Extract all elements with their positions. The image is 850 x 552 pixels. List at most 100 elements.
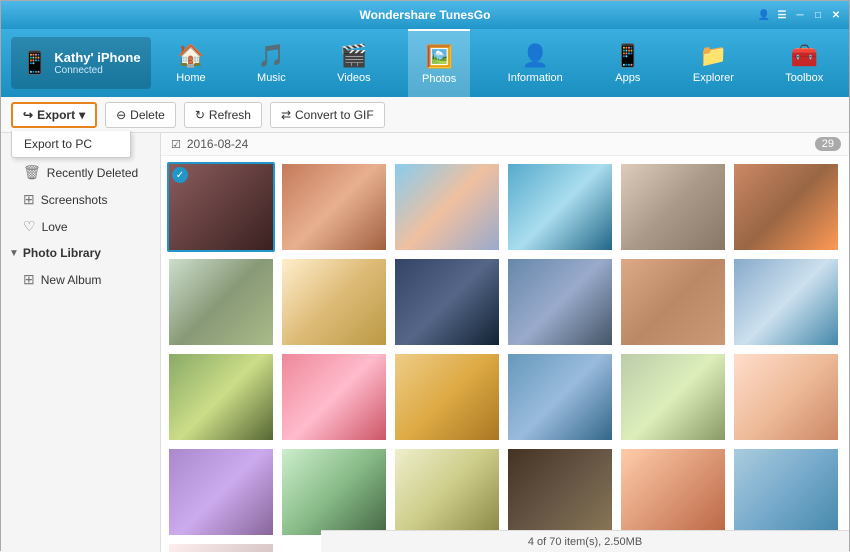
maximize-icon[interactable]: □ [811,8,825,22]
photo-grid: ✓ [161,156,849,552]
nav-toolbox[interactable]: 🧰 Toolbox [771,29,837,97]
close-icon[interactable]: ✕ [829,8,843,22]
select-all-checkbox[interactable]: ☑ [171,138,181,151]
photo-thumb[interactable] [506,162,614,252]
refresh-button[interactable]: ↻ Refresh [184,102,262,128]
app-title: Wondershare TunesGo [360,8,491,22]
nav-music-label: Music [257,72,286,84]
photo-thumbnail-image [508,449,612,535]
nav-apps[interactable]: 📱 Apps [600,29,655,97]
menu-icon[interactable]: ☰ [775,8,789,22]
refresh-label: Refresh [209,108,251,122]
nav-videos[interactable]: 🎬 Videos [323,29,384,97]
sidebar-item-love[interactable]: ♡ Love [1,213,160,240]
photo-thumb[interactable] [280,162,388,252]
photos-icon: 🖼️ [425,44,452,70]
explorer-icon: 📁 [700,43,727,69]
nav-music[interactable]: 🎵 Music [243,29,300,97]
titlebar: Wondershare TunesGo 👤 ☰ ─ □ ✕ [1,1,849,29]
photo-thumbnail-image [508,164,612,250]
sidebar-item-screenshots[interactable]: ⊞ Screenshots [1,186,160,213]
photo-thumbnail-image [282,259,386,345]
photo-thumbnail-image [621,449,725,535]
nav-videos-label: Videos [337,72,370,84]
photo-thumb[interactable] [167,257,275,347]
convert-icon: ⇄ [281,108,291,122]
photo-thumbnail-image [621,164,725,250]
photo-thumbnail-image [395,354,499,440]
recently-deleted-label: Recently Deleted [47,166,138,180]
photo-thumbnail-image [169,449,273,535]
status-text: 4 of 70 item(s), 2.50MB [528,536,642,548]
photo-thumbnail-image [508,354,612,440]
delete-button[interactable]: ⊖ Delete [105,102,176,128]
delete-icon: ⊖ [116,108,126,122]
export-button[interactable]: ↪ Export ▾ [11,102,97,128]
photo-thumb[interactable] [619,447,727,537]
device-name: Kathy' iPhone [54,50,140,65]
photo-thumbnail-image [734,449,838,535]
toolbox-icon: 🧰 [791,43,818,69]
screenshots-label: Screenshots [41,193,108,207]
user-icon[interactable]: 👤 [757,8,771,22]
photo-thumbnail-image [282,449,386,535]
photo-thumbnail-image [508,259,612,345]
convert-gif-label: Convert to GIF [295,108,374,122]
device-info: 📱 Kathy' iPhone Connected [11,37,151,89]
nav-home[interactable]: 🏠 Home [162,29,219,97]
device-text: Kathy' iPhone Connected [54,50,140,76]
nav-information[interactable]: 👤 Information [494,29,577,97]
photo-thumb[interactable] [280,447,388,537]
photo-thumbnail-image [169,259,273,345]
photo-thumbnail-image [395,259,499,345]
photo-library-label: Photo Library [23,246,101,260]
photo-thumb[interactable] [619,257,727,347]
sidebar-item-recently-deleted[interactable]: 🗑 Recently Deleted [1,159,160,186]
photo-thumb[interactable] [393,257,501,347]
photo-thumb[interactable] [619,162,727,252]
nav-photos[interactable]: 🖼️ Photos [408,29,470,97]
photo-thumbnail-image [282,354,386,440]
toolbar: ↪ Export ▾ Export to PC ⊖ Delete ↻ Refre… [1,97,849,133]
photo-thumb[interactable] [506,447,614,537]
nav-explorer-label: Explorer [693,72,734,84]
photo-library-section[interactable]: ▼ Photo Library [1,240,160,266]
photo-thumb[interactable] [732,257,840,347]
delete-label: Delete [130,108,165,122]
status-bar: 4 of 70 item(s), 2.50MB [321,530,849,552]
photo-thumb[interactable] [393,162,501,252]
export-dropdown-arrow: ▾ [79,108,85,122]
photo-thumbnail-image [621,354,725,440]
export-arrow-icon: ↪ [23,108,33,122]
information-icon: 👤 [521,43,548,69]
photo-thumbnail-image [395,164,499,250]
photo-thumb[interactable] [393,352,501,442]
photo-thumb[interactable] [506,257,614,347]
photo-thumb[interactable] [732,352,840,442]
photo-thumb[interactable] [393,447,501,537]
convert-gif-button[interactable]: ⇄ Convert to GIF [270,102,385,128]
photo-thumb[interactable] [167,447,275,537]
photo-thumb[interactable] [619,352,727,442]
nav-explorer[interactable]: 📁 Explorer [679,29,748,97]
count-badge: 29 [815,137,841,151]
new-album-icon: ⊞ [23,271,35,288]
photo-thumb[interactable]: ✓ [167,162,275,252]
export-to-pc-item[interactable]: Export to PC [12,131,130,157]
export-label: Export [37,108,75,122]
export-dropdown: Export to PC [11,131,131,158]
device-status: Connected [54,65,140,76]
photo-thumb[interactable] [167,352,275,442]
photo-thumbnail-image [169,354,273,440]
photo-thumb[interactable] [506,352,614,442]
photo-thumb[interactable] [280,352,388,442]
photo-thumbnail-image [282,164,386,250]
photo-thumb[interactable] [280,257,388,347]
videos-icon: 🎬 [340,43,367,69]
minimize-icon[interactable]: ─ [793,8,807,22]
nav-items: 🏠 Home 🎵 Music 🎬 Videos 🖼️ Photos 👤 Info… [151,29,849,97]
apps-icon: 📱 [614,43,641,69]
sidebar-item-new-album[interactable]: ⊞ New Album [1,266,160,293]
photo-thumb[interactable] [732,447,840,537]
photo-thumb[interactable] [732,162,840,252]
